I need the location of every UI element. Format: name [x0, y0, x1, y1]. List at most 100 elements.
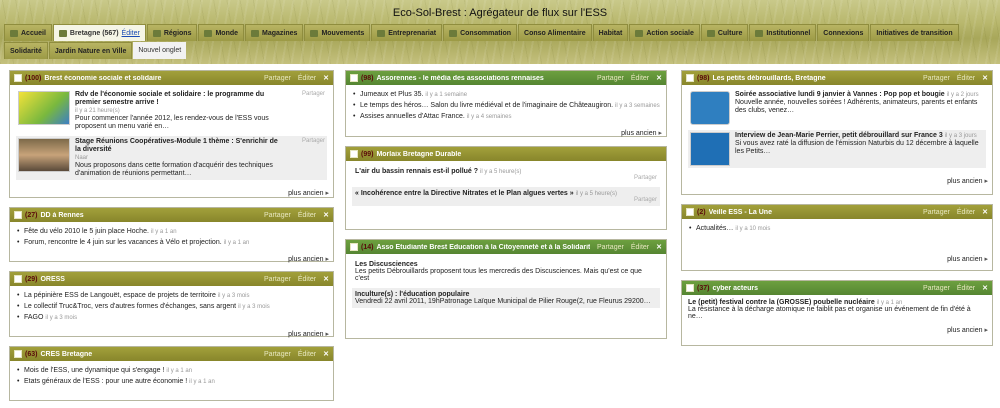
widget-header[interactable]: (100) Brest économie sociale et solidair…	[10, 71, 333, 85]
list-item[interactable]: La pépinière ESS de Langouët, espace de …	[16, 291, 327, 301]
share-link[interactable]: Partager	[597, 75, 624, 82]
list-item[interactable]: Le collectif Truc&Troc, vers d'autres fo…	[16, 302, 327, 312]
share-link[interactable]: Partager	[264, 276, 291, 283]
list-item[interactable]: Fête du vélo 2010 le 5 juin place Hoche.…	[16, 227, 327, 237]
tab-initiatives-de-transition[interactable]: Initiatives de transition	[870, 24, 959, 41]
article-item[interactable]: Inculture(s) : l'éducation populaire Ven…	[352, 288, 660, 308]
widget-title[interactable]: Asso Etudiante Brest Education à la Cito…	[376, 244, 590, 251]
widget-header[interactable]: (37) cyber acteurs Partager Éditer ✕	[682, 281, 992, 295]
close-icon[interactable]: ✕	[323, 74, 329, 82]
edit-link[interactable]: Éditer	[631, 75, 649, 82]
list-item[interactable]: Etats généraux de l'ESS : pour une autre…	[16, 377, 327, 387]
share-link[interactable]: Partager	[264, 75, 291, 82]
article-item[interactable]: Les Discusciences Les petits Débrouillar…	[352, 258, 660, 285]
close-icon[interactable]: ✕	[656, 243, 662, 251]
more-link[interactable]: plus ancien ▸	[10, 186, 333, 200]
list-item[interactable]: Actualités… il y a 10 mois	[688, 224, 986, 234]
widget-title[interactable]: Morlaix Bretagne Durable	[376, 151, 662, 158]
tab-action-sociale[interactable]: Action sociale	[629, 24, 700, 41]
close-icon[interactable]: ✕	[323, 211, 329, 219]
share-link[interactable]: Partager	[264, 212, 291, 219]
more-link[interactable]: plus ancien ▸	[10, 327, 333, 341]
list-item[interactable]: Mois de l'ESS, une dynamique qui s'engag…	[16, 366, 327, 376]
article-item[interactable]: Soirée associative lundi 9 janvier à Van…	[688, 89, 986, 127]
close-icon[interactable]: ✕	[982, 74, 988, 82]
tab-culture[interactable]: Culture	[700, 24, 749, 41]
article-title[interactable]: Rdv de l'économie sociale et solidaire :…	[75, 91, 284, 107]
article-item[interactable]: Stage Réunions Coopératives-Module 1 thè…	[16, 136, 327, 180]
share-link[interactable]: Partager	[923, 209, 950, 216]
share-link[interactable]: Partager	[355, 175, 657, 181]
widget-title[interactable]: DD à Rennes	[40, 212, 257, 219]
tab-monde[interactable]: Monde	[198, 24, 245, 41]
close-icon[interactable]: ✕	[982, 284, 988, 292]
list-item[interactable]: Jumeaux et Plus 35. il y a 1 semaine	[352, 90, 660, 100]
close-icon[interactable]: ✕	[982, 208, 988, 216]
article-item[interactable]: Interview de Jean-Marie Perrier, petit d…	[688, 130, 986, 168]
article-item[interactable]: Le (petit) festival contre la (GROSSE) p…	[688, 299, 986, 320]
edit-link[interactable]: Éditer	[298, 351, 316, 358]
edit-link[interactable]: Éditer	[298, 276, 316, 283]
list-item[interactable]: Assises annuelles d'Attac France. il y a…	[352, 112, 660, 122]
more-link[interactable]: plus ancien ▸	[682, 323, 992, 337]
list-item[interactable]: Forum, rencontre le 4 juin sur les vacan…	[16, 238, 327, 248]
article-item[interactable]: L'air du bassin rennais est-il pollué ? …	[352, 165, 660, 184]
edit-link[interactable]: Éditer	[631, 244, 649, 251]
article-item[interactable]: « Incohérence entre la Directive Nitrate…	[352, 187, 660, 206]
tab-nouvel-onglet[interactable]: Nouvel onglet	[133, 42, 187, 59]
widget-title[interactable]: Les petits débrouillards, Bretagne	[712, 75, 916, 82]
more-link[interactable]: plus ancien ▸	[10, 252, 333, 266]
more-link[interactable]: plus ancien ▸	[346, 126, 666, 140]
tab-consommation[interactable]: Consommation	[443, 24, 518, 41]
edit-link[interactable]: Éditer	[957, 285, 975, 292]
share-link[interactable]: Partager	[355, 197, 657, 203]
widget-title[interactable]: ORESS	[40, 276, 257, 283]
close-icon[interactable]: ✕	[656, 74, 662, 82]
article-title[interactable]: Stage Réunions Coopératives-Module 1 thè…	[75, 138, 284, 154]
tab-mouvements[interactable]: Mouvements	[304, 24, 371, 41]
tab-magazines[interactable]: Magazines	[245, 24, 304, 41]
widget-title[interactable]: Veille ESS - La Une	[709, 209, 916, 216]
widget-header[interactable]: (2) Veille ESS - La Une Partager Éditer …	[682, 205, 992, 219]
widget-title[interactable]: cyber acteurs	[712, 285, 916, 292]
edit-link[interactable]: Éditer	[957, 209, 975, 216]
widget-header[interactable]: (29) ORESS Partager Éditer ✕	[10, 272, 333, 286]
more-link[interactable]: plus ancien ▸	[682, 174, 992, 188]
tab-entreprenariat[interactable]: Entreprenariat	[371, 24, 443, 41]
widget-title[interactable]: CRES Bretagne	[40, 351, 257, 358]
more-link[interactable]: plus ancien ▸	[682, 252, 992, 266]
article-age: Naar	[75, 155, 89, 161]
share-link[interactable]: Partager	[923, 285, 950, 292]
tab-accueil[interactable]: Accueil	[4, 24, 52, 41]
list-item[interactable]: FAGO il y a 3 mois	[16, 313, 327, 323]
widget-header[interactable]: (63) CRES Bretagne Partager Éditer ✕	[10, 347, 333, 361]
widget-title[interactable]: Assorennes - le média des associations r…	[376, 75, 590, 82]
share-link[interactable]: Partager	[923, 75, 950, 82]
share-link[interactable]: Partager	[597, 244, 624, 251]
close-icon[interactable]: ✕	[323, 350, 329, 358]
widget-title[interactable]: Brest économie sociale et solidaire	[44, 75, 257, 82]
edit-link[interactable]: Éditer	[957, 75, 975, 82]
tab-connexions[interactable]: Connexions	[817, 24, 870, 41]
tab-bretagne-567[interactable]: Bretagne (567) Éditer	[52, 24, 146, 41]
edit-link[interactable]: Éditer	[298, 75, 316, 82]
widget-header[interactable]: (27) DD à Rennes Partager Éditer ✕	[10, 208, 333, 222]
tab-solidarit[interactable]: Solidarité	[4, 42, 48, 59]
share-link[interactable]: Partager	[289, 91, 325, 131]
tab-jardin-nature-en-ville[interactable]: Jardin Nature en Ville	[48, 42, 133, 59]
widget-header[interactable]: (98) Assorennes - le média des associati…	[346, 71, 666, 85]
tab-conso-alimentaire[interactable]: Conso Alimentaire	[518, 24, 592, 41]
close-icon[interactable]: ✕	[323, 275, 329, 283]
share-link[interactable]: Partager	[264, 351, 291, 358]
tab-r-gions[interactable]: Régions	[146, 24, 198, 41]
tab-habitat[interactable]: Habitat	[592, 24, 629, 41]
share-link[interactable]: Partager	[289, 138, 325, 178]
tab-edit-link[interactable]: Éditer	[122, 30, 140, 37]
article-item[interactable]: Rdv de l'économie sociale et solidaire :…	[16, 89, 327, 133]
widget-header[interactable]: (14) Asso Etudiante Brest Education à la…	[346, 240, 666, 254]
widget-header[interactable]: (98) Les petits débrouillards, Bretagne …	[682, 71, 992, 85]
tab-institutionnel[interactable]: Institutionnel	[749, 24, 817, 41]
list-item[interactable]: Le temps des héros… Salon du livre médié…	[352, 101, 660, 111]
widget-header[interactable]: (99) Morlaix Bretagne Durable	[346, 147, 666, 161]
edit-link[interactable]: Éditer	[298, 212, 316, 219]
